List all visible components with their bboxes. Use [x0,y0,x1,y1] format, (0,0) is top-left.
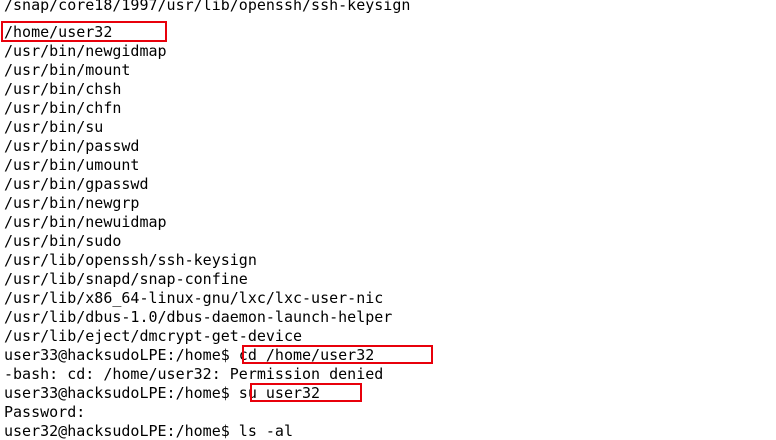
highlight-box-su-command [250,383,362,402]
shell-prompt: user32@hacksudoLPE:/home$ [4,422,230,440]
output-line: /usr/bin/chsh [4,80,122,98]
output-line: /usr/bin/passwd [4,137,140,155]
output-line: /usr/bin/su [4,118,104,136]
output-line: /usr/bin/umount [4,156,140,174]
shell-prompt: user33@hacksudoLPE:/home$ [4,346,230,364]
terminal-window[interactable]: /snap/core18/1997/usr/lib/openssh/ssh-ke… [0,0,776,440]
output-line: /usr/lib/x86_64-linux-gnu/lxc/lxc-user-n… [4,289,384,307]
command-line-ls: user32@hacksudoLPE:/home$ ls -al [4,422,293,440]
output-line: /usr/bin/newgrp [4,194,140,212]
output-line: /usr/bin/newuidmap [4,213,167,231]
output-line: /usr/bin/gpasswd [4,175,149,193]
output-line: /usr/lib/dbus-1.0/dbus-daemon-launch-hel… [4,308,393,326]
error-line: -bash: cd: /home/user32: Permission deni… [4,365,384,383]
highlight-box-cd-command [242,345,433,364]
command-text: ls -al [229,422,293,440]
output-line: /usr/bin/sudo [4,232,122,250]
output-line: /usr/bin/newgidmap [4,42,167,60]
output-line: /usr/bin/chfn [4,99,122,117]
output-line: /usr/lib/eject/dmcrypt-get-device [4,327,303,345]
password-prompt: Password: [4,403,86,421]
output-line: /usr/lib/snapd/snap-confine [4,270,248,288]
output-line: /usr/lib/openssh/ssh-keysign [4,251,257,269]
output-line: /snap/core18/1997/usr/lib/openssh/ssh-ke… [4,0,411,14]
shell-prompt: user33@hacksudoLPE:/home$ [4,384,230,402]
highlight-box-home-user32 [1,21,167,42]
output-line: /usr/bin/mount [4,61,131,79]
